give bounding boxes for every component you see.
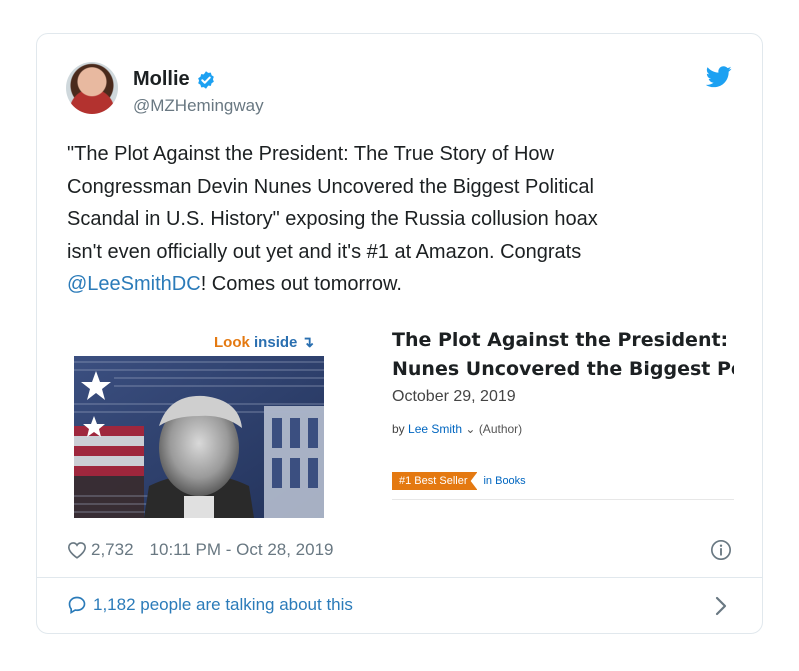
best-seller-badge: #1 Best Seller <box>392 472 478 490</box>
book-divider <box>392 499 734 500</box>
book-title-line1: The Plot Against the President: The True… <box>392 329 734 351</box>
book-author-row: by Lee Smith ⌄ (Author) <box>392 422 522 436</box>
display-name[interactable]: Mollie <box>133 68 190 91</box>
look-inside-word2: inside <box>254 334 298 351</box>
conversation-link[interactable]: 1,182 people are talking about this <box>67 595 353 615</box>
author-handle[interactable]: @MZHemingway <box>133 96 264 116</box>
book-title-line2: Nunes Uncovered the Biggest Political Sc… <box>392 358 734 380</box>
info-icon[interactable] <box>710 539 732 561</box>
book-title[interactable]: The Plot Against the President: The True… <box>392 326 734 382</box>
comment-bubble-icon <box>68 596 86 614</box>
tweet-card: Mollie @MZHemingway "The Plot Against th… <box>36 33 763 634</box>
twitter-bird-icon[interactable] <box>706 66 732 88</box>
tweet-text-tail: ! Comes out tomorrow. <box>200 273 402 295</box>
chevron-right-icon[interactable] <box>714 595 728 617</box>
author-name-row[interactable]: Mollie <box>133 68 216 91</box>
book-release-date: October 29, 2019 <box>392 388 516 405</box>
footer-divider <box>37 577 762 578</box>
avatar[interactable] <box>66 62 118 114</box>
heart-icon[interactable] <box>67 541 87 559</box>
tweet-text-line: isn't even officially out yet and it's #… <box>67 240 582 263</box>
author-link[interactable]: Lee Smith <box>408 422 462 436</box>
tweet-meta: 2,732 10:11 PM - Oct 28, 2019 <box>67 540 334 560</box>
tweet-text-line: "The Plot Against the President: The Tru… <box>67 143 554 165</box>
best-seller-row: #1 Best Seller in Books <box>392 472 526 490</box>
tweet-text-line: Congressman Devin Nunes Uncovered the Bi… <box>67 175 594 198</box>
by-label: by <box>392 422 405 436</box>
tweet-timestamp[interactable]: 10:11 PM - Oct 28, 2019 <box>150 540 334 560</box>
conversation-label: 1,182 people are talking about this <box>93 595 353 614</box>
look-inside-word1: Look <box>214 334 250 351</box>
tweet-text: "The Plot Against the President: The Tru… <box>67 138 737 301</box>
like-count[interactable]: 2,732 <box>91 540 134 560</box>
verified-badge-icon <box>197 70 214 89</box>
author-dropdown-chevron-icon[interactable]: ⌄ <box>465 422 475 436</box>
tweet-text-line: Scandal in U.S. History" exposing the Ru… <box>67 208 598 230</box>
look-inside-label[interactable]: Look inside ↴ <box>214 333 314 351</box>
book-preview-card[interactable]: Look inside ↴ The Plot Against the Presi… <box>74 326 734 526</box>
best-seller-category-link[interactable]: in Books <box>483 475 525 487</box>
book-cover-image[interactable] <box>74 356 324 518</box>
mention-link[interactable]: @LeeSmithDC <box>67 273 201 295</box>
author-role: (Author) <box>478 422 523 436</box>
look-inside-arrow-icon: ↴ <box>301 334 315 351</box>
